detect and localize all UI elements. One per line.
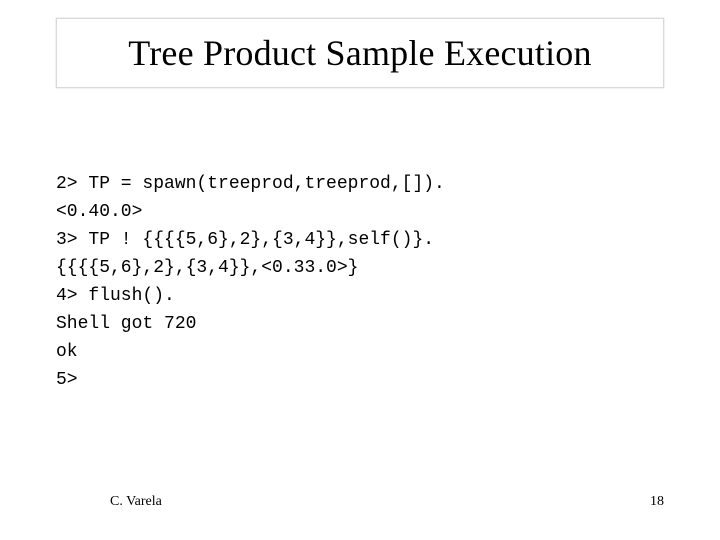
footer-author: C. Varela xyxy=(110,494,162,510)
code-line: 4> flush(). xyxy=(56,286,175,306)
slide-title: Tree Product Sample Execution xyxy=(128,32,591,74)
title-container: Tree Product Sample Execution xyxy=(56,18,664,88)
code-line: {{{{5,6},2},{3,4}},<0.33.0>} xyxy=(56,258,358,278)
slide: Tree Product Sample Execution 2> TP = sp… xyxy=(0,0,720,540)
code-line: ok xyxy=(56,342,78,362)
code-line: Shell got 720 xyxy=(56,314,196,334)
code-line: 5> xyxy=(56,370,78,390)
code-line: <0.40.0> xyxy=(56,202,142,222)
code-line: 2> TP = spawn(treeprod,treeprod,[]). xyxy=(56,174,445,194)
code-sample: 2> TP = spawn(treeprod,treeprod,[]). <0.… xyxy=(56,170,445,394)
code-line: 3> TP ! {{{{5,6},2},{3,4}},self()}. xyxy=(56,230,434,250)
footer-page-number: 18 xyxy=(650,494,664,510)
